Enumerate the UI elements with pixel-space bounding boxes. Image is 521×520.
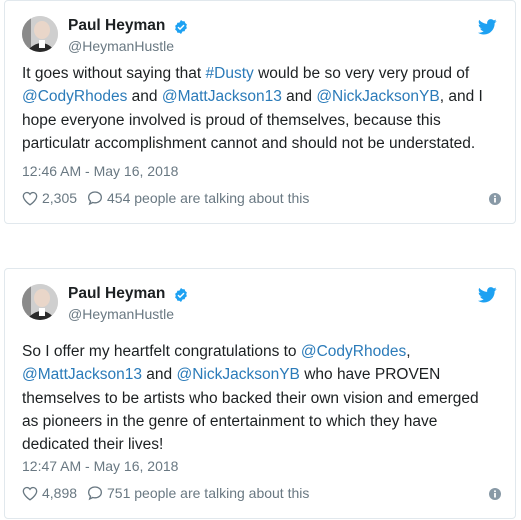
talking-count: 454 people are talking about this xyxy=(107,190,310,206)
speech-bubble-icon xyxy=(87,486,103,501)
tweet-text-segment: would be so very very proud of xyxy=(253,65,470,82)
tweet-text-segment: It goes without saying that xyxy=(22,65,206,82)
talking-count: 751 people are talking about this xyxy=(107,485,310,501)
like-count: 2,305 xyxy=(42,190,78,206)
heart-icon xyxy=(22,191,38,206)
twitter-bird-icon[interactable] xyxy=(478,287,497,303)
timestamp[interactable]: 12:46 AM - May 16, 2018 xyxy=(22,163,178,179)
tweet-text-line: @MattJackson13 and @NickJacksonYB who ha… xyxy=(22,363,506,386)
tweet-text-segment: and xyxy=(141,366,177,384)
timestamp[interactable]: 12:47 AM - May 16, 2018 xyxy=(22,458,178,474)
avatar[interactable] xyxy=(22,16,58,52)
mention-link[interactable]: @NickJacksonYB xyxy=(316,88,439,105)
tweet-text-segment: as pioneers in the genre of entertainmen… xyxy=(22,412,438,430)
tweet-text: It goes without saying that #Dusty would… xyxy=(22,62,506,155)
tweet-text-line: themselves to be artists who backed thei… xyxy=(22,387,506,410)
author-handle[interactable]: @HeymanHustle xyxy=(68,306,174,322)
like-button[interactable]: 4,898 xyxy=(22,485,77,501)
mention-link[interactable]: @CodyRhodes xyxy=(301,343,406,360)
tweet-text-line: hope everyone involved is proud of thems… xyxy=(22,109,506,132)
talking-link[interactable]: 751 people are talking about this xyxy=(87,485,309,501)
avatar-image xyxy=(22,16,58,52)
avatar[interactable] xyxy=(22,284,58,320)
tweet-actions: 2,305 454 people are talking about this xyxy=(22,190,501,210)
tweet-text-segment: who have PROVEN xyxy=(299,366,441,384)
tweet-text-line: dedicated their lives! xyxy=(22,433,506,456)
tweet-text-segment: hope everyone involved is proud of thems… xyxy=(22,111,441,129)
verified-badge-icon xyxy=(175,20,187,34)
tweet-text-line: So I offer my heartfelt congratulations … xyxy=(22,340,506,363)
speech-bubble-icon xyxy=(87,191,103,206)
tweet-card: Paul Heyman @HeymanHustle It goes withou… xyxy=(4,0,516,224)
mention-link[interactable]: @MattJackson13 xyxy=(162,88,282,105)
author-name[interactable]: Paul Heyman xyxy=(68,17,165,35)
tweet-text-segment: particulatr accomplishment cannot and sh… xyxy=(22,134,476,152)
tweet-text-line: particulatr accomplishment cannot and sh… xyxy=(22,132,506,155)
tweet-text-line: as pioneers in the genre of entertainmen… xyxy=(22,410,506,433)
author-name[interactable]: Paul Heyman xyxy=(68,285,165,303)
tweet-text-segment: and xyxy=(281,88,317,106)
mention-link[interactable]: @MattJackson13 xyxy=(22,366,142,383)
tweet-text-line: It goes without saying that #Dusty would… xyxy=(22,62,506,85)
tweet-text-segment: themselves to be artists who backed thei… xyxy=(22,389,479,407)
tweet-text-line: @CodyRhodes and @MattJackson13 and @Nick… xyxy=(22,85,506,108)
talking-link[interactable]: 454 people are talking about this xyxy=(87,190,309,206)
verified-badge-icon xyxy=(175,288,187,302)
like-count: 4,898 xyxy=(42,485,78,501)
tweet-card: Paul Heyman @HeymanHustle So I offer my … xyxy=(4,268,516,519)
tweet-text-segment: So I offer my heartfelt congratulations … xyxy=(22,343,301,360)
tweet-text-segment: and xyxy=(127,88,162,106)
tweet-text: So I offer my heartfelt congratulations … xyxy=(22,340,506,456)
avatar-image xyxy=(22,284,58,320)
like-button[interactable]: 2,305 xyxy=(22,190,77,206)
twitter-bird-icon[interactable] xyxy=(478,19,497,35)
info-icon[interactable] xyxy=(489,488,501,500)
author-handle[interactable]: @HeymanHustle xyxy=(68,38,174,54)
tweet-text-segment: dedicated their lives! xyxy=(22,436,164,454)
info-icon[interactable] xyxy=(489,193,501,205)
heart-icon xyxy=(22,486,38,501)
tweet-text-segment: , and I xyxy=(439,88,483,106)
tweet-actions: 4,898 751 people are talking about this xyxy=(22,485,501,505)
hashtag-link[interactable]: #Dusty xyxy=(206,65,254,82)
mention-link[interactable]: @CodyRhodes xyxy=(22,88,127,105)
tweet-text-segment: , xyxy=(406,343,411,360)
mention-link[interactable]: @NickJacksonYB xyxy=(176,366,299,383)
